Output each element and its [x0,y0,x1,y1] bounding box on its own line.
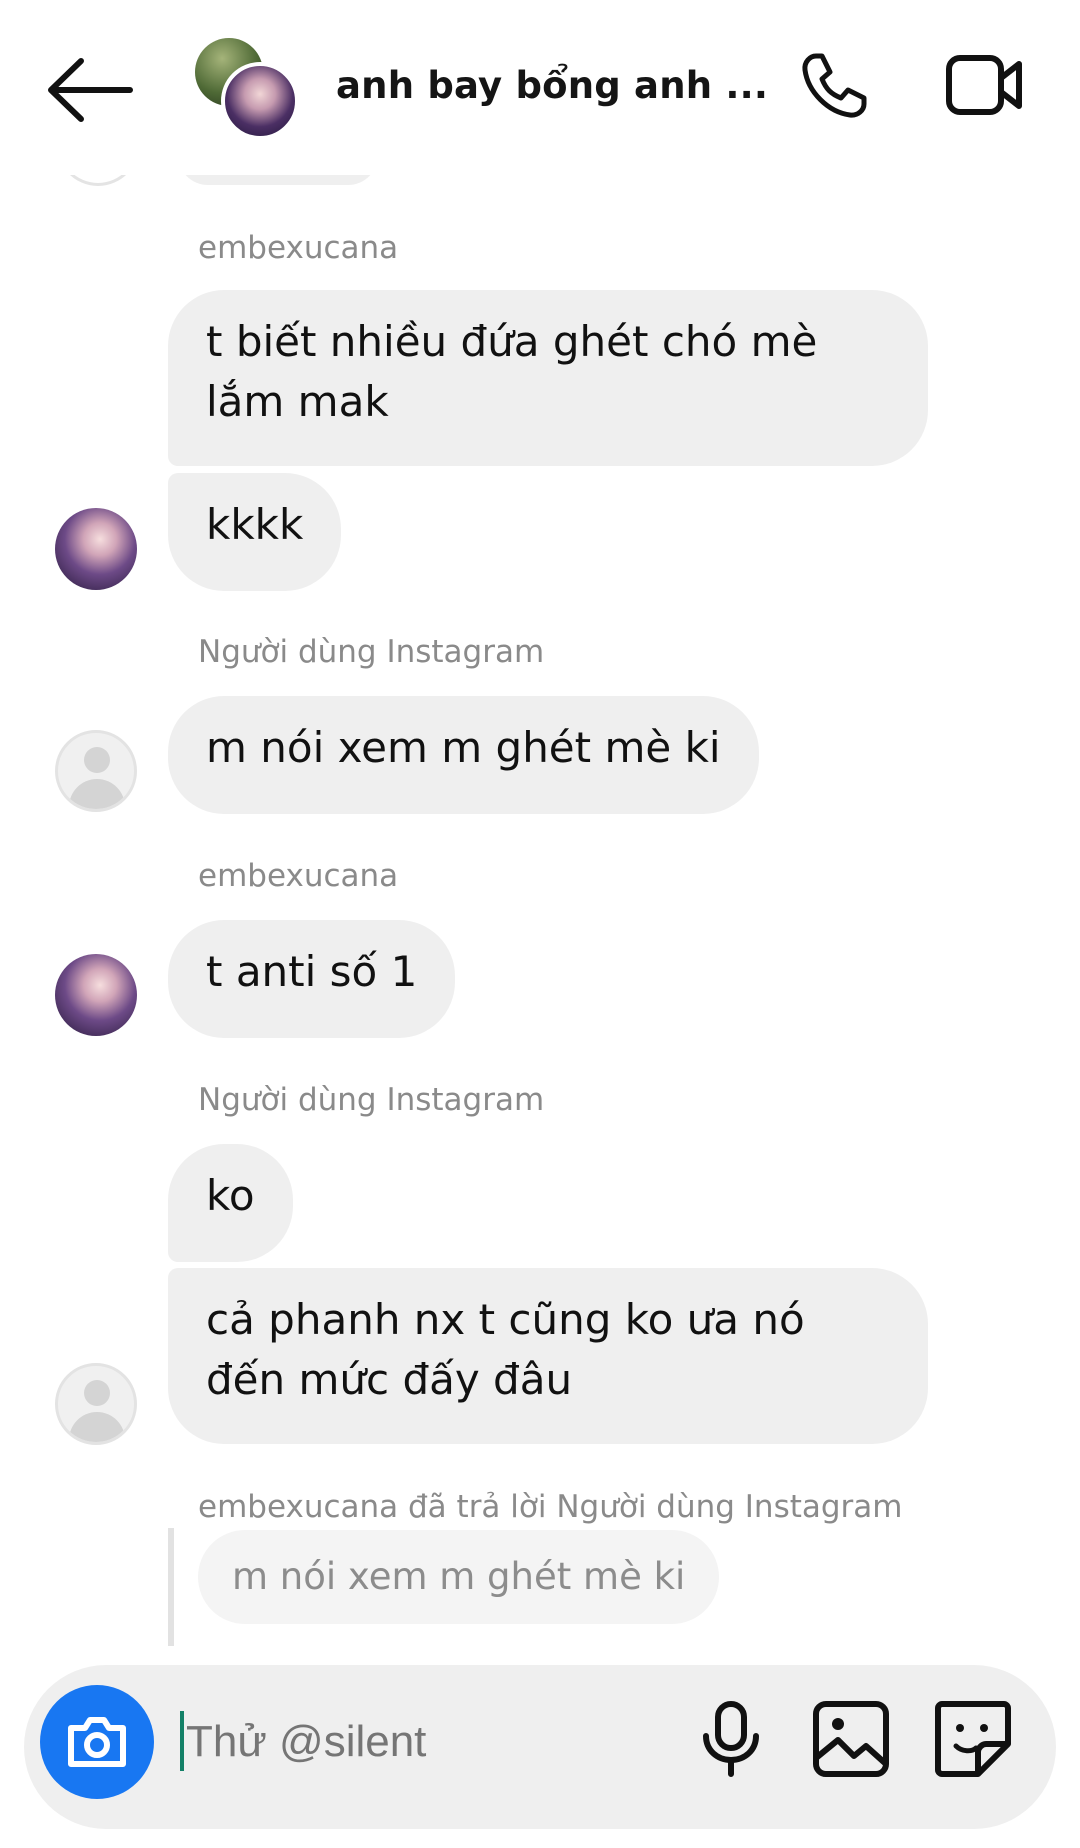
avatar[interactable] [55,508,137,590]
message-bubble[interactable]: t biết nhiều đứa ghét chó mè lắm mak [168,290,928,466]
phone-icon[interactable] [798,50,870,122]
back-arrow-icon[interactable] [45,55,135,125]
chat-header: anh bay bổng anh ... [0,0,1080,175]
camera-button[interactable] [40,1685,154,1799]
sender-name: Người dùng Instagram [198,634,545,670]
sticker-icon[interactable] [932,1698,1014,1780]
chat-title[interactable]: anh bay bổng anh ... [336,64,768,107]
sender-name: embexucana [198,858,399,894]
avatar [221,62,299,140]
message-input[interactable] [184,1716,763,1768]
sender-name: embexucana [198,230,399,266]
reply-label: embexucana đã trả lời Người dùng Instagr… [198,1489,903,1525]
reply-indicator [168,1528,174,1646]
message-bubble[interactable]: t anti số 1 [168,920,456,1038]
message-text: t biết nhiều đứa ghét chó mè lắm mak [206,317,818,426]
quoted-message[interactable]: m nói xem m ghét mè ki [198,1530,720,1624]
gallery-icon[interactable] [810,1698,892,1780]
avatar[interactable] [55,954,137,1036]
video-camera-icon[interactable] [945,52,1023,118]
message-bubble[interactable]: kkkk [168,473,342,591]
microphone-icon[interactable] [690,1698,772,1780]
avatar[interactable] [55,730,137,812]
message-bubble[interactable]: m nói xem m ghét mè ki [168,696,759,814]
group-avatar[interactable] [195,38,299,140]
message-text: t anti số 1 [206,947,418,996]
avatar-placeholder-head [84,747,110,773]
message-bubble[interactable]: cả phanh nx t cũng ko ưa nó đến mức đấy … [168,1268,928,1444]
avatar[interactable] [55,1363,137,1445]
message-bubble[interactable]: ko [168,1144,293,1262]
avatar-placeholder-head [84,1380,110,1406]
message-text: cả phanh nx t cũng ko ưa nó đến mức đấy … [206,1295,805,1404]
avatar-placeholder-body [69,1412,125,1442]
message-text: ko [206,1171,255,1220]
camera-icon [68,1717,126,1767]
message-text: kkkk [206,500,304,549]
message-text: m nói xem m ghét mè ki [206,723,721,772]
avatar-placeholder-body [69,779,125,809]
sender-name: Người dùng Instagram [198,1082,545,1118]
